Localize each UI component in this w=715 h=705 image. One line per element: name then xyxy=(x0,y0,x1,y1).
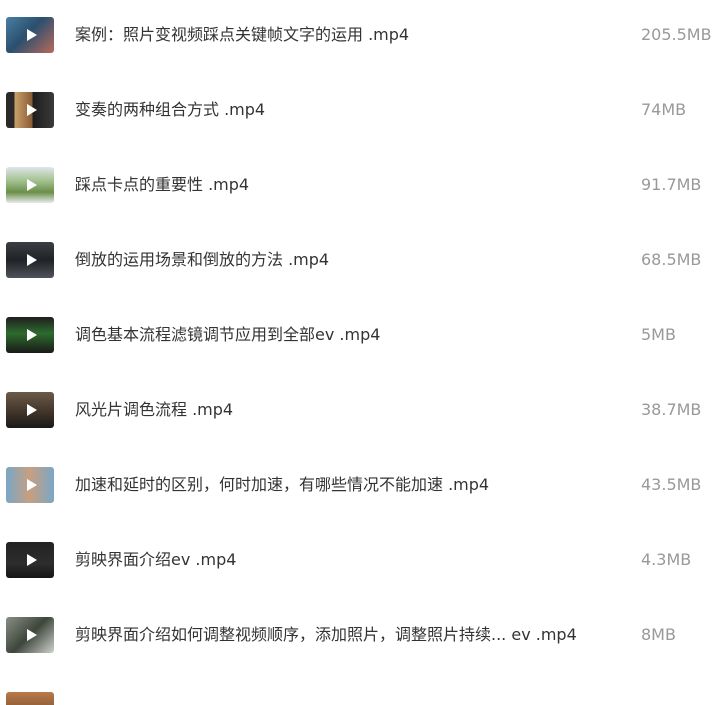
file-row[interactable]: 剪映界面介绍ev .mp4 4.3MB xyxy=(0,535,715,585)
play-icon xyxy=(27,254,37,266)
file-name[interactable]: 变奏的两种组合方式 .mp4 xyxy=(75,99,265,121)
file-size: 8MB xyxy=(641,625,676,644)
file-name[interactable]: 剪映界面介绍ev .mp4 xyxy=(75,549,236,571)
file-size: 68.5MB xyxy=(641,250,702,269)
play-icon xyxy=(27,29,37,41)
play-icon xyxy=(27,179,37,191)
file-row[interactable]: 踩点卡点的重要性 .mp4 91.7MB xyxy=(0,160,715,210)
play-icon xyxy=(27,404,37,416)
file-name[interactable]: 案例：照片变视频踩点关键帧文字的运用 .mp4 xyxy=(75,24,409,46)
video-thumbnail[interactable] xyxy=(6,542,54,578)
video-thumbnail[interactable] xyxy=(6,392,54,428)
video-thumbnail[interactable] xyxy=(6,617,54,653)
file-size: 91.7MB xyxy=(641,175,702,194)
video-thumbnail[interactable] xyxy=(6,17,54,53)
file-size: 38.7MB xyxy=(641,400,702,419)
play-icon xyxy=(27,479,37,491)
file-row[interactable]: 倒放的运用场景和倒放的方法 .mp4 68.5MB xyxy=(0,235,715,285)
video-thumbnail[interactable] xyxy=(6,317,54,353)
file-name[interactable]: 加速和延时的区别，何时加速，有哪些情况不能加速 .mp4 xyxy=(75,474,489,496)
file-name[interactable]: 风光片调色流程 .mp4 xyxy=(75,399,233,421)
file-size: 205.5MB xyxy=(641,25,712,44)
play-icon xyxy=(27,554,37,566)
file-row[interactable]: 风光片调色流程 .mp4 38.7MB xyxy=(0,385,715,435)
file-name[interactable]: 踩点卡点的重要性 .mp4 xyxy=(75,174,249,196)
file-row-partial[interactable] xyxy=(0,685,715,705)
file-name[interactable]: 调色基本流程滤镜调节应用到全部ev .mp4 xyxy=(75,324,380,346)
file-name[interactable]: 倒放的运用场景和倒放的方法 .mp4 xyxy=(75,249,329,271)
video-thumbnail[interactable] xyxy=(6,242,54,278)
file-name[interactable]: 剪映界面介绍如何调整视频顺序，添加照片，调整照片持续... ev .mp4 xyxy=(75,624,577,646)
file-row[interactable]: 调色基本流程滤镜调节应用到全部ev .mp4 5MB xyxy=(0,310,715,360)
file-size: 4.3MB xyxy=(641,550,692,569)
file-row[interactable]: 加速和延时的区别，何时加速，有哪些情况不能加速 .mp4 43.5MB xyxy=(0,460,715,510)
file-row[interactable]: 剪映界面介绍如何调整视频顺序，添加照片，调整照片持续... ev .mp4 8M… xyxy=(0,610,715,660)
play-icon xyxy=(27,329,37,341)
file-size: 43.5MB xyxy=(641,475,702,494)
file-row[interactable]: 变奏的两种组合方式 .mp4 74MB xyxy=(0,85,715,135)
video-thumbnail[interactable] xyxy=(6,692,54,705)
video-thumbnail[interactable] xyxy=(6,467,54,503)
file-list: 案例：照片变视频踩点关键帧文字的运用 .mp4 205.5MB 变奏的两种组合方… xyxy=(0,0,715,705)
play-icon xyxy=(27,629,37,641)
video-thumbnail[interactable] xyxy=(6,92,54,128)
video-thumbnail[interactable] xyxy=(6,167,54,203)
file-size: 5MB xyxy=(641,325,676,344)
play-icon xyxy=(27,104,37,116)
file-row[interactable]: 案例：照片变视频踩点关键帧文字的运用 .mp4 205.5MB xyxy=(0,10,715,60)
file-size: 74MB xyxy=(641,100,687,119)
